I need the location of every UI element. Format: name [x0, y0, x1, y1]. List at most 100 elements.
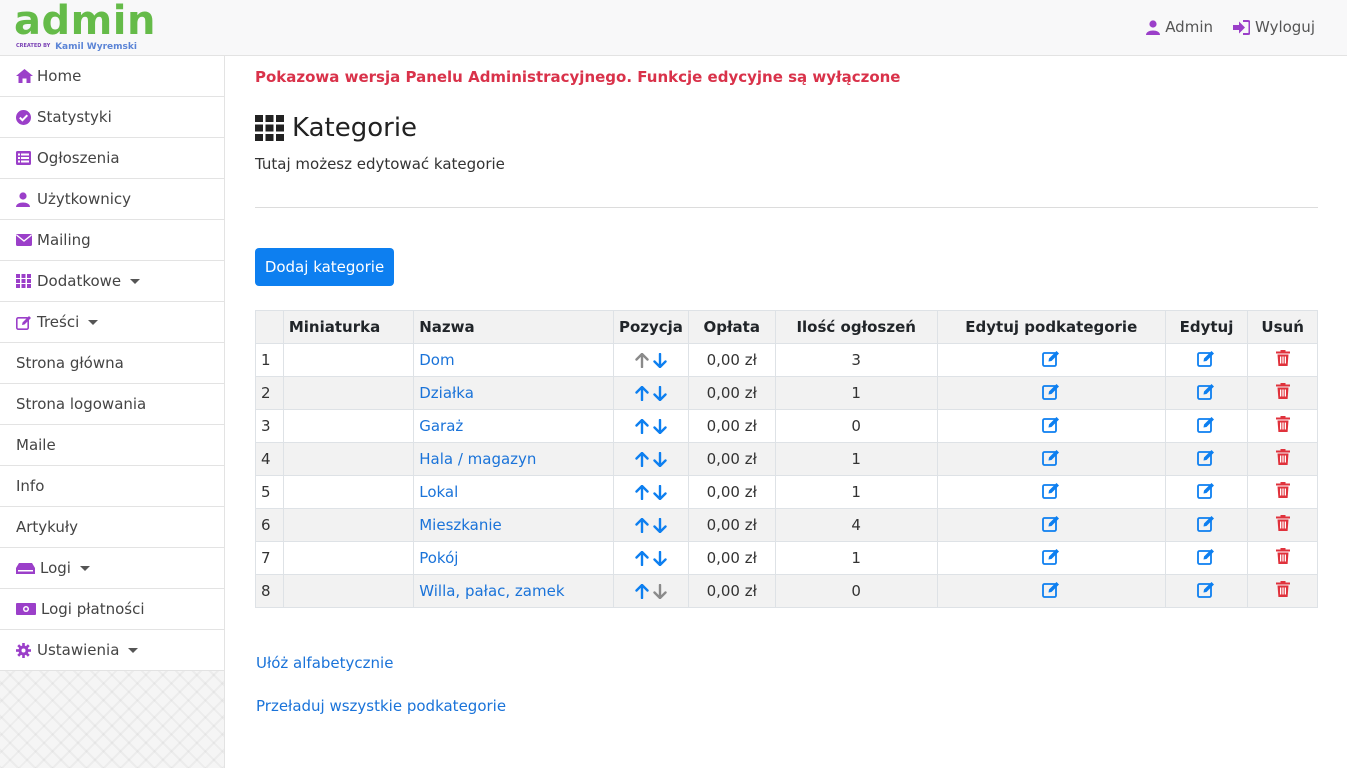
edit-icon	[1042, 515, 1060, 532]
edit-category-button[interactable]	[1197, 350, 1215, 367]
categories-table: Miniaturka Nazwa Pozycja Opłata Ilość og…	[255, 310, 1318, 608]
fee-cell: 0,00 zł	[687, 508, 776, 542]
table-row: 3 Garaż 0,00 zł 0	[255, 409, 1318, 443]
sidebar-item-dodatkowe[interactable]: Dodatkowe	[0, 261, 224, 302]
edit-subcategories-button[interactable]	[1042, 449, 1060, 466]
sidebar-item-artykuly[interactable]: Artykuły	[0, 507, 224, 548]
move-down-button[interactable]	[653, 484, 667, 500]
edit-subcategories-button[interactable]	[1042, 383, 1060, 400]
edit-icon	[1042, 416, 1060, 433]
edit-category-button[interactable]	[1197, 581, 1215, 598]
delete-category-button[interactable]	[1275, 581, 1290, 597]
ad-count-cell: 0	[774, 574, 938, 608]
sidebar-item-uzytkownicy[interactable]: Użytkownicy	[0, 179, 224, 220]
logo-credit: CREATED BY Kamil Wyremski	[16, 39, 137, 52]
edit-subcategories-button[interactable]	[1042, 416, 1060, 433]
move-up-button[interactable]	[635, 583, 649, 599]
edit-category-button[interactable]	[1197, 482, 1215, 499]
category-name-link[interactable]: Działka	[419, 384, 474, 402]
table-row: 8 Willa, pałac, zamek 0,00 zł 0	[255, 574, 1318, 608]
sidebar-item-info[interactable]: Info	[0, 466, 224, 507]
edit-cell	[1164, 409, 1249, 443]
category-name-link[interactable]: Willa, pałac, zamek	[419, 582, 564, 600]
thumbnail-cell	[282, 475, 415, 509]
sidebar-item-maile[interactable]: Maile	[0, 425, 224, 466]
sidebar-item-home[interactable]: Home	[0, 56, 224, 97]
move-down-button[interactable]	[653, 352, 667, 368]
logout-link[interactable]: Wyloguj	[1233, 18, 1315, 36]
logo[interactable]: admin CREATED BY Kamil Wyremski	[14, 0, 156, 52]
add-category-button[interactable]: Dodaj kategorie	[255, 248, 394, 286]
sidebar: Home Statystyki Ogłoszenia Użytkownicy M…	[0, 56, 225, 768]
sidebar-item-label: Home	[37, 67, 82, 85]
arrow-up-icon	[635, 484, 649, 500]
move-down-button[interactable]	[653, 517, 667, 533]
admin-user-link[interactable]: Admin	[1146, 18, 1213, 36]
edit-subcategories-button[interactable]	[1042, 350, 1060, 367]
sidebar-item-ogloszenia[interactable]: Ogłoszenia	[0, 138, 224, 179]
delete-category-button[interactable]	[1275, 515, 1290, 531]
sidebar-item-label: Info	[16, 477, 45, 495]
edit-category-button[interactable]	[1197, 383, 1215, 400]
sidebar-item-logi-platnosci[interactable]: Logi płatności	[0, 589, 224, 630]
column-header-edit-subcategories: Edytuj podkategorie	[936, 310, 1166, 344]
delete-category-button[interactable]	[1275, 548, 1290, 564]
delete-category-button[interactable]	[1275, 482, 1290, 498]
move-down-button[interactable]	[653, 418, 667, 434]
category-name-link[interactable]: Mieszkanie	[419, 516, 502, 534]
sidebar-item-label: Artykuły	[16, 518, 79, 536]
move-up-button[interactable]	[635, 418, 649, 434]
trash-icon	[1275, 548, 1290, 564]
category-name-link[interactable]: Hala / magazyn	[419, 450, 536, 468]
sidebar-item-tresci[interactable]: Treści	[0, 302, 224, 343]
sidebar-item-ustawienia[interactable]: Ustawienia	[0, 630, 224, 671]
sidebar-item-statystyki[interactable]: Statystyki	[0, 97, 224, 138]
sidebar-item-logi[interactable]: Logi	[0, 548, 224, 589]
edit-subcategories-button[interactable]	[1042, 515, 1060, 532]
sidebar-item-mailing[interactable]: Mailing	[0, 220, 224, 261]
move-up-button[interactable]	[635, 385, 649, 401]
move-up-button[interactable]	[635, 550, 649, 566]
move-up-button[interactable]	[635, 517, 649, 533]
ad-count-cell: 0	[774, 409, 938, 443]
edit-category-button[interactable]	[1197, 416, 1215, 433]
edit-subcategories-button[interactable]	[1042, 581, 1060, 598]
edit-subcategories-button[interactable]	[1042, 482, 1060, 499]
move-up-button[interactable]	[635, 451, 649, 467]
delete-category-button[interactable]	[1275, 416, 1290, 432]
edit-category-button[interactable]	[1197, 548, 1215, 565]
edit-category-button[interactable]	[1197, 449, 1215, 466]
thumbnail-cell	[282, 409, 415, 443]
fee-cell: 0,00 zł	[687, 442, 776, 476]
edit-cell	[1164, 475, 1249, 509]
sidebar-item-label: Ogłoszenia	[37, 149, 120, 167]
category-name-link[interactable]: Pokój	[419, 549, 458, 567]
sidebar-item-strona-logowania[interactable]: Strona logowania	[0, 384, 224, 425]
delete-category-button[interactable]	[1275, 350, 1290, 366]
edit-icon	[1042, 581, 1060, 598]
edit-category-button[interactable]	[1197, 515, 1215, 532]
logo-author: Kamil Wyremski	[55, 42, 137, 52]
top-navbar: admin CREATED BY Kamil Wyremski Admin Wy…	[0, 0, 1347, 56]
sign-in-icon	[1233, 19, 1250, 35]
category-name-link[interactable]: Lokal	[419, 483, 458, 501]
delete-category-button[interactable]	[1275, 383, 1290, 399]
edit-icon	[1197, 350, 1215, 367]
sidebar-item-strona-glowna[interactable]: Strona główna	[0, 343, 224, 384]
move-down-button[interactable]	[653, 550, 667, 566]
move-up-button[interactable]	[635, 484, 649, 500]
category-name-link[interactable]: Garaż	[419, 417, 463, 435]
edit-icon	[1042, 383, 1060, 400]
edit-subcategories-button[interactable]	[1042, 548, 1060, 565]
delete-cell	[1247, 541, 1318, 575]
table-row: 4 Hala / magazyn 0,00 zł 1	[255, 442, 1318, 476]
move-down-button[interactable]	[653, 385, 667, 401]
name-cell: Mieszkanie	[413, 508, 614, 542]
move-down-button[interactable]	[653, 451, 667, 467]
edit-subcategories-cell	[936, 376, 1166, 410]
delete-category-button[interactable]	[1275, 449, 1290, 465]
category-name-link[interactable]: Dom	[419, 351, 454, 369]
thumbnail-cell	[282, 376, 415, 410]
sort-alphabetically-link[interactable]: Ułóż alfabetycznie	[256, 654, 393, 672]
reload-subcategories-link[interactable]: Przeładuj wszystkie podkategorie	[256, 697, 506, 715]
